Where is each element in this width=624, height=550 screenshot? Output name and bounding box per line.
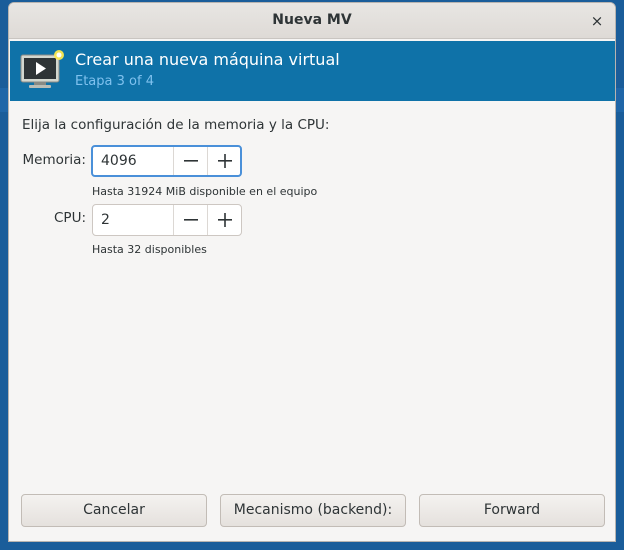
memory-increment-button[interactable] bbox=[206, 147, 241, 175]
cpu-decrement-button[interactable] bbox=[173, 205, 207, 235]
titlebar: Nueva MV × bbox=[9, 3, 615, 39]
minus-icon bbox=[184, 160, 198, 162]
banner-title: Crear una nueva máquina virtual bbox=[75, 50, 340, 69]
new-vm-dialog: Nueva MV × Crear una nueva máquina virtu… bbox=[8, 2, 616, 542]
cpu-increment-button[interactable] bbox=[207, 205, 241, 235]
close-button[interactable]: × bbox=[585, 9, 609, 33]
step-indicator: Etapa 3 of 4 bbox=[75, 74, 154, 89]
cancel-button[interactable]: Cancelar bbox=[21, 494, 207, 527]
cpu-spinbutton bbox=[92, 204, 242, 236]
cpu-input[interactable] bbox=[93, 205, 173, 235]
wizard-banner: Crear una nueva máquina virtual Etapa 3 … bbox=[10, 41, 615, 101]
monitor-play-icon bbox=[20, 50, 64, 88]
memory-decrement-button[interactable] bbox=[173, 147, 207, 175]
plus-icon bbox=[218, 213, 232, 227]
minus-icon bbox=[184, 219, 198, 221]
cpu-hint: Hasta 32 disponibles bbox=[92, 243, 207, 256]
forward-button[interactable]: Forward bbox=[419, 494, 605, 527]
memory-label: Memoria: bbox=[22, 152, 87, 168]
cpu-label: CPU: bbox=[54, 210, 86, 226]
window-title: Nueva MV bbox=[272, 12, 352, 28]
memory-spinbutton bbox=[91, 145, 242, 177]
backend-button[interactable]: Mecanismo (backend): bbox=[220, 494, 406, 527]
config-prompt: Elija la configuración de la memoria y l… bbox=[22, 117, 330, 133]
memory-hint: Hasta 31924 MiB disponible en el equipo bbox=[92, 185, 318, 198]
memory-input[interactable] bbox=[93, 147, 173, 175]
plus-icon bbox=[217, 154, 232, 168]
